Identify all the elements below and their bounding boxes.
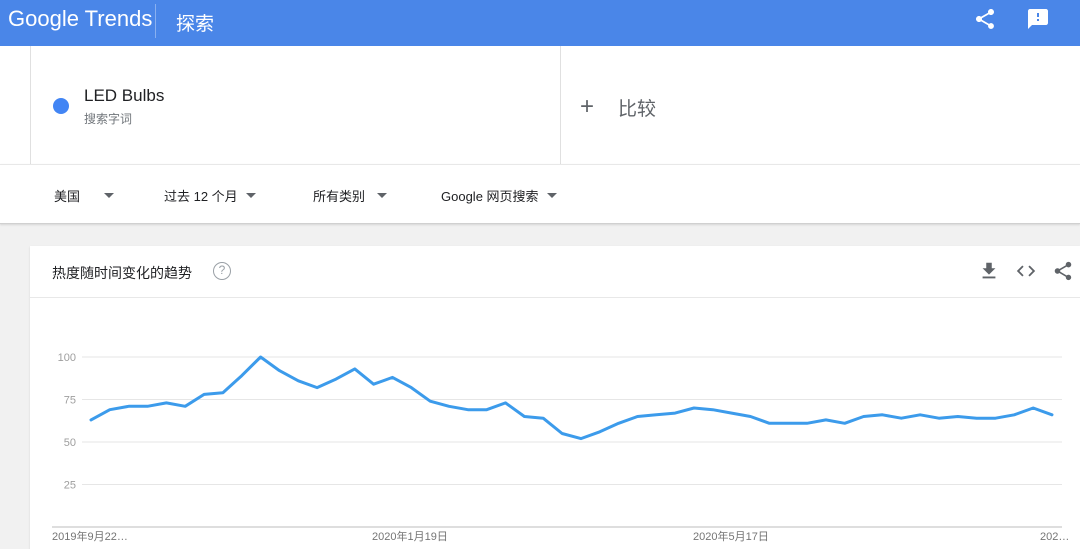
data-point[interactable] <box>766 420 772 426</box>
download-icon[interactable] <box>978 260 1000 282</box>
term-color-dot <box>53 98 69 114</box>
data-point[interactable] <box>107 407 113 413</box>
card-header: 热度随时间变化的趋势 ? <box>30 246 1080 298</box>
search-term-name[interactable]: LED Bulbs <box>84 86 164 106</box>
trend-line-chart[interactable]: 25 50 75 100 2019年9月22… 2020年1月19日 2020年5月17日… <box>30 298 1080 549</box>
y-tick-label: 100 <box>58 352 76 364</box>
search-panel: LED Bulbs 搜索字词 + 比较 <box>0 46 1080 164</box>
data-point[interactable] <box>785 420 791 426</box>
data-point[interactable] <box>748 414 754 420</box>
chevron-down-icon <box>104 193 115 198</box>
chevron-down-icon <box>245 193 256 198</box>
embed-icon[interactable] <box>1015 260 1037 282</box>
data-point[interactable] <box>823 417 829 423</box>
data-point[interactable] <box>635 414 641 420</box>
data-point[interactable] <box>597 429 603 435</box>
data-point[interactable] <box>408 385 414 391</box>
topbar-divider <box>155 4 156 38</box>
search-type-dropdown[interactable]: Google 网页搜索 <box>441 186 557 205</box>
search-term-card[interactable]: LED Bulbs 搜索字词 <box>30 46 561 164</box>
x-tick-label: 202… <box>1040 531 1069 543</box>
data-point[interactable] <box>333 376 339 382</box>
category-label: 所有类别 <box>313 189 366 204</box>
x-tick-label: 2020年5月17日 <box>693 529 769 543</box>
data-point[interactable] <box>729 410 735 416</box>
logo-google-text: Google <box>8 6 79 31</box>
data-point[interactable] <box>352 366 358 372</box>
data-point[interactable] <box>616 420 622 426</box>
data-point[interactable] <box>842 420 848 426</box>
data-point[interactable] <box>1011 412 1017 418</box>
data-point[interactable] <box>126 403 132 409</box>
series-line-led-bulbs <box>89 355 1054 441</box>
data-point[interactable] <box>993 415 999 421</box>
compare-label: 比较 <box>618 98 657 120</box>
y-tick-label: 25 <box>64 480 76 492</box>
data-point[interactable] <box>955 414 961 420</box>
chevron-down-icon <box>377 193 388 198</box>
data-point[interactable] <box>465 407 471 413</box>
plus-icon: + <box>580 93 595 120</box>
help-icon[interactable]: ? <box>213 262 231 280</box>
data-point[interactable] <box>276 368 282 374</box>
feedback-icon[interactable] <box>1026 7 1050 31</box>
data-point[interactable] <box>145 403 151 409</box>
top-bar: Google Trends 探索 <box>0 0 1080 46</box>
google-trends-logo[interactable]: Google Trends <box>8 6 152 32</box>
logo-trends-text: Trends <box>84 6 153 31</box>
data-point[interactable] <box>521 414 527 420</box>
data-point[interactable] <box>540 415 546 421</box>
data-point[interactable] <box>163 400 169 406</box>
data-point[interactable] <box>879 412 885 418</box>
data-point[interactable] <box>239 373 245 379</box>
filter-bar: 美国 过去 12 个月 所有类别 Google 网页搜索 <box>0 164 1080 224</box>
x-tick-label: 2019年9月22… <box>52 529 128 543</box>
data-point[interactable] <box>503 400 509 406</box>
data-point[interactable] <box>446 403 452 409</box>
time-range-label: 过去 12 个月 <box>164 189 238 204</box>
data-point[interactable] <box>653 412 659 418</box>
x-tick-label: 2020年1月19日 <box>372 529 448 543</box>
y-tick-label: 75 <box>64 395 76 407</box>
data-point[interactable] <box>898 415 904 421</box>
data-point[interactable] <box>258 354 264 360</box>
region-label: 美国 <box>54 189 81 204</box>
data-point[interactable] <box>390 374 396 380</box>
page-title: 探索 <box>176 14 215 35</box>
card-title: 热度随时间变化的趋势 <box>52 265 192 281</box>
region-dropdown[interactable]: 美国 <box>54 186 115 205</box>
data-point[interactable] <box>295 378 301 384</box>
data-point[interactable] <box>578 436 584 442</box>
chevron-down-icon <box>546 193 557 198</box>
data-point[interactable] <box>220 390 226 396</box>
share-icon[interactable] <box>973 7 997 31</box>
data-point[interactable] <box>936 415 942 421</box>
data-point[interactable] <box>88 417 94 423</box>
search-term-type: 搜索字词 <box>84 112 133 126</box>
time-range-dropdown[interactable]: 过去 12 个月 <box>164 186 256 205</box>
data-point[interactable] <box>314 385 320 391</box>
data-point[interactable] <box>691 405 697 411</box>
data-point[interactable] <box>974 415 980 421</box>
share-icon[interactable] <box>1052 260 1074 282</box>
search-type-label: Google 网页搜索 <box>441 189 539 204</box>
data-point[interactable] <box>427 398 433 404</box>
data-point[interactable] <box>672 410 678 416</box>
category-dropdown[interactable]: 所有类别 <box>313 186 388 205</box>
interest-over-time-card: 热度随时间变化的趋势 ? 25 50 75 100 2019年9月22… 2020年1月… <box>30 246 1080 549</box>
data-point[interactable] <box>201 391 207 397</box>
data-point[interactable] <box>1049 412 1055 418</box>
data-point[interactable] <box>861 414 867 420</box>
y-tick-label: 50 <box>64 437 76 449</box>
data-point[interactable] <box>804 420 810 426</box>
data-point[interactable] <box>917 412 923 418</box>
compare-button[interactable]: + 比较 <box>580 94 656 120</box>
data-point[interactable] <box>371 381 377 387</box>
data-point[interactable] <box>182 403 188 409</box>
data-point[interactable] <box>1030 405 1036 411</box>
data-point[interactable] <box>484 407 490 413</box>
data-point[interactable] <box>710 407 716 413</box>
data-point[interactable] <box>559 431 565 437</box>
